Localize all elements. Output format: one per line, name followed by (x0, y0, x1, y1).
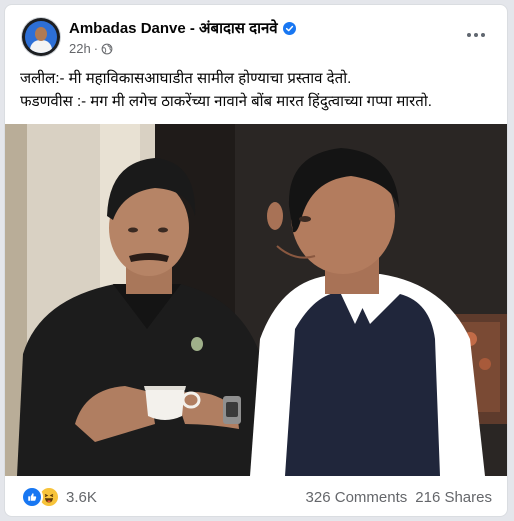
avatar-face (35, 27, 47, 41)
post-meta: 22h · (69, 41, 113, 56)
reaction-count: 3.6K (66, 488, 97, 506)
author-name[interactable]: Ambadas Danve - अंबादास दानवे (69, 18, 278, 38)
photo-illustration (5, 124, 507, 476)
post-text-line: जलील:- मी महाविकासआघाडीत सामील होण्याचा … (20, 70, 352, 87)
more-dot (474, 33, 478, 37)
more-dot (467, 33, 471, 37)
post-header: Ambadas Danve - अंबादास दानवे 22h · (5, 5, 507, 65)
comments-count-link[interactable]: 326 Comments (306, 489, 408, 506)
avatar-ring (25, 21, 57, 53)
post-card: Ambadas Danve - अंबादास दानवे 22h · जलील… (4, 4, 508, 517)
avatar-shirt (30, 40, 52, 53)
more-options-icon[interactable] (463, 25, 489, 45)
more-dot (481, 33, 485, 37)
author-name-row: Ambadas Danve - अंबादास दानवे (69, 18, 296, 38)
like-icon (21, 486, 43, 508)
globe-icon[interactable] (101, 43, 113, 55)
post-text-line: फडणवीस :- मग मी लगेच ठाकरेंच्या नावाने ब… (20, 93, 432, 110)
shares-count-link[interactable]: 216 Shares (415, 489, 492, 506)
post-photo[interactable] (5, 124, 507, 476)
post-text: जलील:- मी महाविकासआघाडीत सामील होण्याचा … (20, 67, 500, 113)
meta-separator: · (93, 41, 99, 56)
post-stats: 326 Comments 216 Shares (306, 489, 492, 506)
author-avatar[interactable] (22, 18, 60, 56)
reactions-summary[interactable]: 3.6K (21, 486, 97, 508)
post-time[interactable]: 22h (69, 41, 91, 56)
verified-badge-icon (282, 21, 296, 35)
post-footer: 3.6K 326 Comments 216 Shares (5, 476, 507, 516)
